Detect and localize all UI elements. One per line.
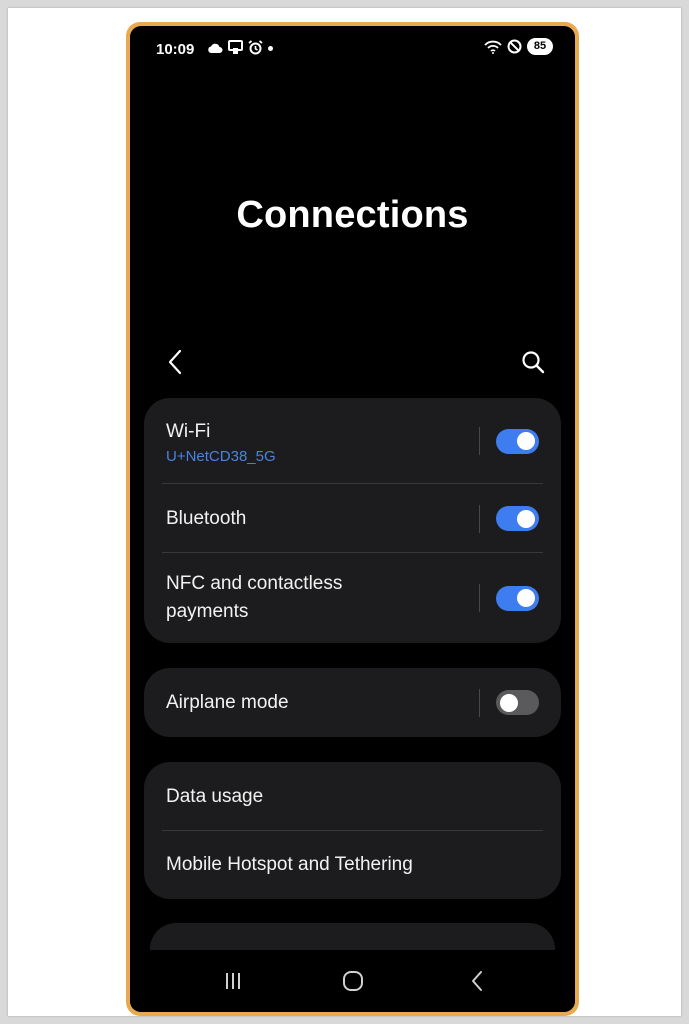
toggle-knob	[517, 432, 535, 450]
row-separator	[479, 504, 480, 533]
toggle-knob	[500, 693, 518, 712]
data-usage-row[interactable]: Data usage	[144, 762, 561, 831]
wifi-label: Wi-Fi	[166, 420, 211, 442]
search-button[interactable]	[519, 348, 547, 376]
airplane-mode-label: Airplane mode	[166, 691, 289, 713]
recent-apps-button[interactable]	[218, 968, 248, 994]
navigation-bar	[130, 950, 575, 1012]
notification-dot	[268, 46, 273, 51]
bluetooth-toggle[interactable]	[496, 506, 539, 531]
back-icon	[472, 971, 482, 991]
chevron-left-icon	[168, 349, 182, 375]
nfc-label: NFC and contactless payments	[166, 573, 343, 622]
toggle-knob	[517, 589, 535, 607]
recent-apps-icon	[226, 973, 240, 989]
page-background: 10:09 85 Connections Wi-Fi U+NetCD38_5G …	[8, 8, 681, 1016]
connections-group-data: Data usage Mobile Hotspot and Tethering	[144, 762, 561, 899]
home-button[interactable]	[338, 968, 368, 994]
airplane-mode-row[interactable]: Airplane mode	[144, 668, 561, 737]
bluetooth-label: Bluetooth	[166, 507, 247, 529]
wifi-toggle[interactable]	[496, 428, 539, 454]
cloud-icon	[208, 43, 223, 53]
data-usage-label: Data usage	[166, 785, 264, 807]
nav-back-button[interactable]	[462, 968, 492, 994]
toggle-knob	[517, 509, 535, 528]
search-icon	[522, 351, 545, 374]
cast-icon	[228, 40, 243, 54]
status-time: 10:09	[156, 41, 195, 58]
phone-frame: 10:09 85 Connections Wi-Fi U+NetCD38_5G …	[126, 22, 579, 1016]
bluetooth-row[interactable]: Bluetooth	[144, 484, 561, 553]
hotspot-label: Mobile Hotspot and Tethering	[166, 854, 413, 875]
row-separator	[479, 584, 480, 612]
status-right-icons: 85	[484, 38, 553, 55]
nfc-toggle[interactable]	[496, 585, 539, 611]
connections-group-wireless: Wi-Fi U+NetCD38_5G Bluetooth NFC and con…	[144, 398, 561, 643]
hotspot-row[interactable]: Mobile Hotspot and Tethering	[144, 831, 561, 899]
wifi-network-name: U+NetCD38_5G	[166, 447, 276, 465]
wifi-icon	[484, 40, 502, 54]
alarm-icon	[248, 40, 263, 55]
status-left-icons	[207, 40, 263, 55]
page-title: Connections	[236, 194, 469, 236]
status-bar: 10:09 85	[130, 26, 575, 70]
row-separator	[479, 688, 480, 717]
airplane-mode-toggle[interactable]	[496, 690, 539, 715]
nfc-row[interactable]: NFC and contactless payments	[144, 553, 561, 643]
home-icon	[343, 971, 363, 991]
row-separator	[479, 427, 480, 455]
phone-screen: 10:09 85 Connections Wi-Fi U+NetCD38_5G …	[130, 26, 575, 1012]
do-not-disturb-icon	[507, 39, 522, 54]
back-button[interactable]	[162, 346, 190, 378]
battery-level: 85	[527, 38, 553, 55]
connections-group-airplane: Airplane mode	[144, 668, 561, 737]
wifi-row[interactable]: Wi-Fi U+NetCD38_5G	[144, 398, 561, 484]
